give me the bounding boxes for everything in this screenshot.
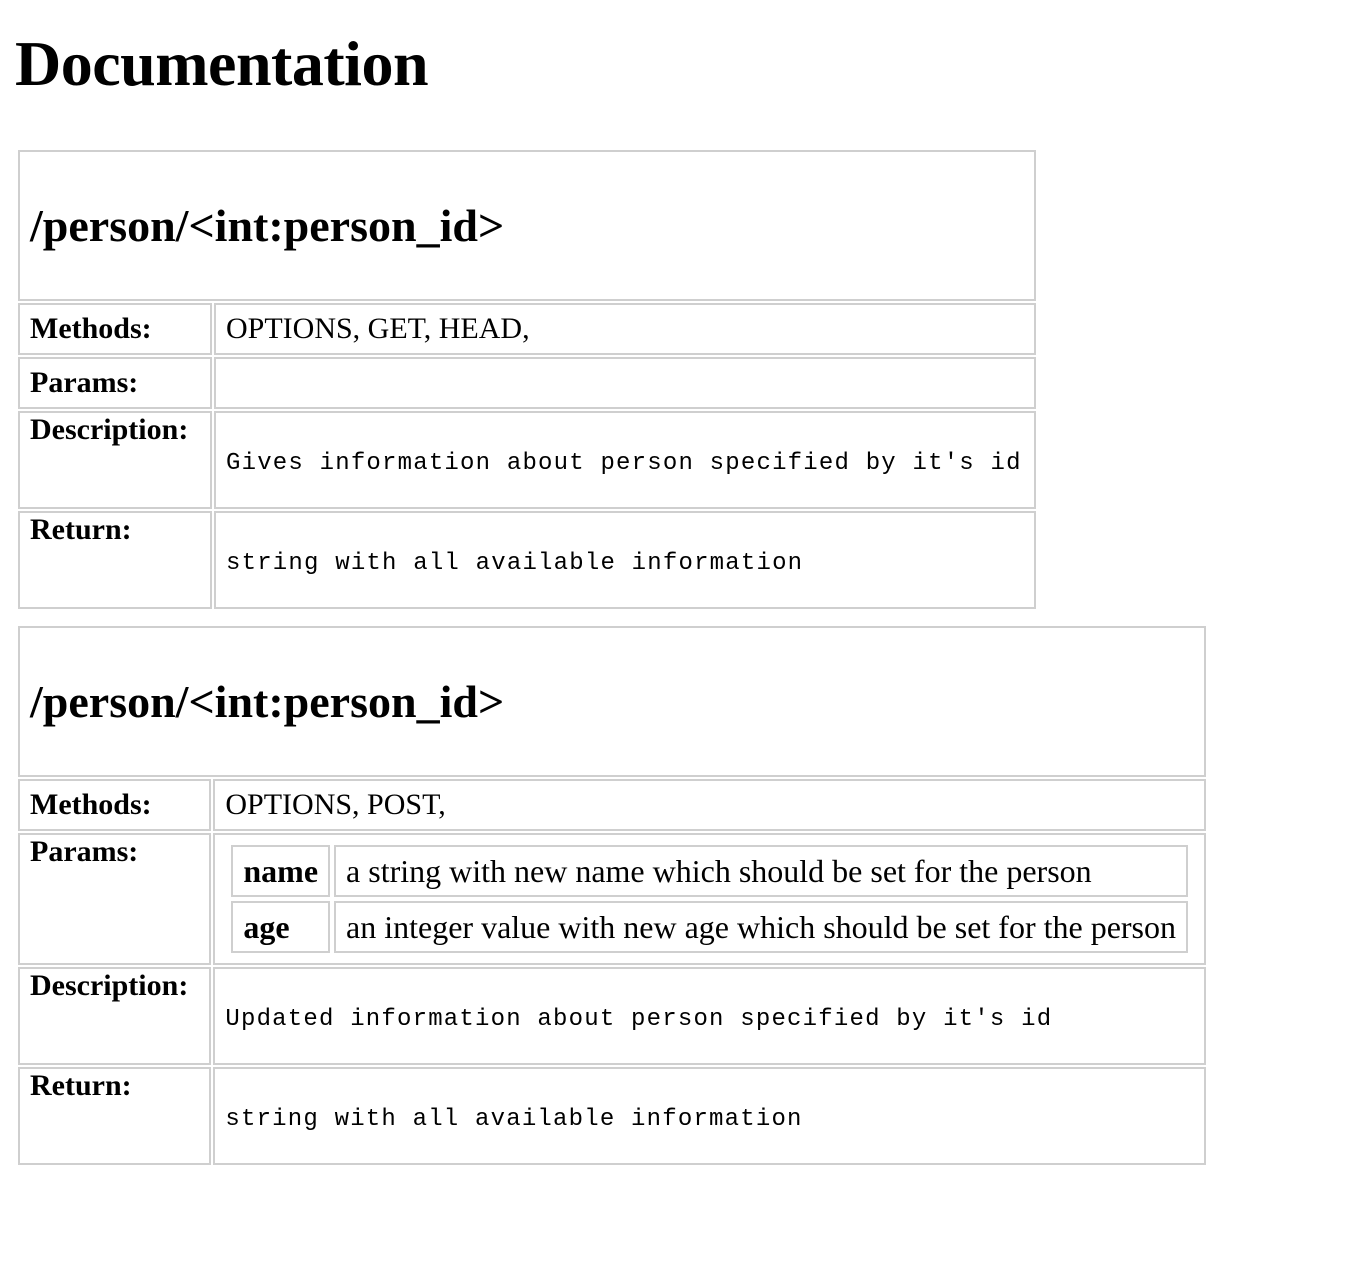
description-value-cell: Updated information about person specifi… — [213, 967, 1206, 1065]
return-label: Return: — [18, 1067, 212, 1165]
description-label: Description: — [18, 411, 212, 509]
description-label: Description: — [18, 967, 212, 1065]
param-row: name a string with new name which should… — [231, 845, 1188, 897]
methods-row: Methods: OPTIONS, GET, HEAD, — [18, 303, 1036, 355]
endpoint-table-2: /person/<int:person_id> Methods: OPTIONS… — [16, 624, 1208, 1167]
description-value: Gives information about person specified… — [226, 450, 1022, 477]
param-description: a string with new name which should be s… — [334, 845, 1188, 897]
params-row: Params: name a string with new name whic… — [18, 833, 1206, 965]
return-row: Return: string with all available inform… — [18, 511, 1036, 609]
methods-label: Methods: — [18, 303, 212, 355]
endpoint-route-cell: /person/<int:person_id> — [18, 150, 1036, 301]
return-label: Return: — [18, 511, 212, 609]
methods-value: OPTIONS, POST, — [213, 779, 1206, 831]
endpoint-route: /person/<int:person_id> — [30, 199, 505, 251]
endpoint-route-row: /person/<int:person_id> — [18, 150, 1036, 301]
param-description: an integer value with new age which shou… — [334, 901, 1188, 953]
page-title: Documentation — [15, 28, 429, 99]
params-value — [214, 357, 1036, 409]
methods-label: Methods: — [18, 779, 212, 831]
endpoint-route: /person/<int:person_id> — [30, 675, 505, 727]
endpoint-route-cell: /person/<int:person_id> — [18, 626, 1206, 777]
return-value: string with all available information — [225, 1106, 803, 1133]
params-table: name a string with new name which should… — [227, 841, 1192, 957]
params-label: Params: — [18, 833, 212, 965]
return-value: string with all available information — [226, 550, 804, 577]
return-value-cell: string with all available information — [213, 1067, 1206, 1165]
description-value: Updated information about person specifi… — [225, 1006, 1053, 1033]
description-row: Description: Updated information about p… — [18, 967, 1206, 1065]
endpoint-table-1: /person/<int:person_id> Methods: OPTIONS… — [16, 148, 1038, 611]
methods-value: OPTIONS, GET, HEAD, — [214, 303, 1036, 355]
param-name: age — [231, 901, 331, 953]
return-value-cell: string with all available information — [214, 511, 1036, 609]
params-value: name a string with new name which should… — [213, 833, 1206, 965]
description-row: Description: Gives information about per… — [18, 411, 1036, 509]
params-label: Params: — [18, 357, 212, 409]
endpoint-route-row: /person/<int:person_id> — [18, 626, 1206, 777]
param-row: age an integer value with new age which … — [231, 901, 1188, 953]
params-row: Params: — [18, 357, 1036, 409]
return-row: Return: string with all available inform… — [18, 1067, 1206, 1165]
description-value-cell: Gives information about person specified… — [214, 411, 1036, 509]
methods-row: Methods: OPTIONS, POST, — [18, 779, 1206, 831]
param-name: name — [231, 845, 331, 897]
